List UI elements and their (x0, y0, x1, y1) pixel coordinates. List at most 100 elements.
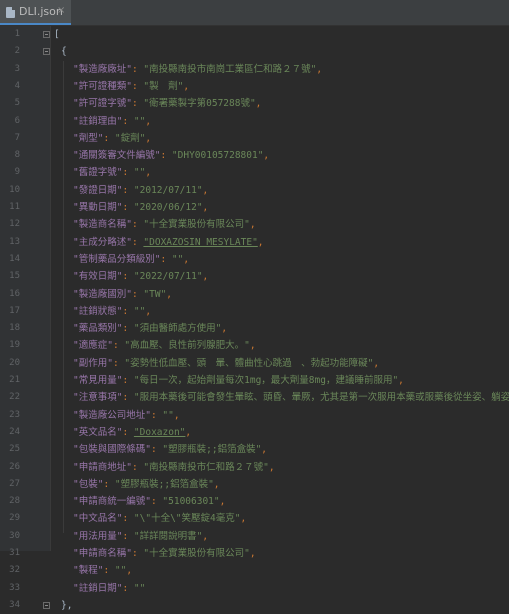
json-value: "塑膠瓶裝;;鋁箔盒裝" (162, 444, 262, 456)
code-line: "製造廠國別": "TW", (73, 286, 172, 303)
code-line: "中文品名": "\"十全\"笑壓錠4毫克", (73, 510, 246, 527)
json-bracket: }, (61, 599, 73, 611)
code-line: { (61, 43, 67, 60)
code-editor[interactable]: 1 2 3 4 5 6 7 8 9 10 11 12 13 14 15 16 17 18 19 20 21 22 23 24 2… (0, 26, 509, 611)
json-value: "\"十全\"笑壓錠4毫克" (133, 513, 241, 525)
json-comma: , (316, 63, 323, 75)
json-colon: : (122, 392, 134, 404)
json-comma: , (240, 513, 247, 525)
json-comma: , (145, 115, 152, 127)
line-number: 4 (14, 80, 20, 91)
code-line: "製程": "", (73, 562, 132, 579)
line-number: 33 (9, 582, 20, 593)
code-line: "製造廠公司地址": "", (73, 407, 180, 424)
line-number: 14 (9, 253, 20, 264)
json-key: "異動日期" (73, 202, 123, 213)
json-key: "發證日期" (73, 184, 123, 196)
line-number-gutter: 1 2 3 4 5 6 7 8 9 10 11 12 13 14 15 16 17 18 19 20 21 22 23 24 2… (0, 26, 51, 610)
json-key: "製造廠公司地址" (73, 409, 151, 421)
line-number: 25 (9, 444, 20, 455)
line-number: 20 (9, 357, 20, 368)
json-colon: : (122, 582, 134, 594)
line-number: 24 (9, 426, 20, 437)
code-line: "英文品名": "Doxazon", (73, 424, 191, 441)
json-key: "許可證字號" (73, 98, 132, 110)
code-line: "舊證字號": "", (73, 164, 151, 181)
line-number: 18 (9, 323, 20, 334)
json-comma: , (126, 565, 133, 577)
json-colon: : (122, 530, 134, 542)
json-comma: , (257, 236, 264, 248)
json-value: "" (133, 582, 146, 594)
code-line: "通關簽審文件編號": "DHY00105728801", (73, 147, 269, 164)
code-line: "許可證種類": "製 劑", (73, 78, 189, 95)
json-key: "註銷日期" (73, 582, 123, 594)
line-number: 7 (14, 132, 20, 143)
json-key: "許可證種類" (73, 80, 132, 92)
code-line: "註銷日期": "" (73, 580, 145, 597)
code-line: "有效日期": "2022/07/11", (73, 268, 208, 285)
json-comma: , (185, 426, 192, 438)
json-value: "" (133, 115, 146, 127)
json-key: "用法用量" (73, 530, 123, 542)
line-number: 1 (14, 29, 20, 39)
json-comma: , (249, 340, 256, 352)
json-comma: , (202, 530, 209, 542)
json-colon: : (150, 444, 163, 456)
json-comma: , (213, 478, 220, 490)
json-value: "DOXAZOSIN MESYLATE" (143, 236, 258, 248)
json-key: "副作用" (73, 357, 113, 369)
json-bracket: [ (54, 29, 60, 40)
json-key: "藥品類別" (73, 323, 123, 335)
json-key: "註銷理由" (73, 115, 123, 127)
json-colon: : (131, 63, 144, 75)
tab-dli-json[interactable]: DLI.json × (0, 0, 71, 25)
json-key: "製造廠國別" (73, 288, 132, 300)
line-number: 21 (9, 375, 20, 385)
fold-toggle-icon[interactable] (43, 48, 50, 56)
json-key: "劑型" (73, 132, 104, 144)
json-value: "南投縣南投市仁和路２７號" (143, 461, 269, 473)
json-comma: , (268, 461, 275, 473)
json-colon: : (112, 340, 125, 352)
code-line: "註銷狀態": "", (73, 303, 151, 320)
code-line: "發證日期": "2012/07/11", (73, 182, 208, 199)
json-colon: : (160, 150, 172, 162)
json-value: "" (171, 253, 184, 265)
json-key: "申請商統一編號" (73, 496, 151, 508)
json-key: "包裝" (73, 478, 104, 490)
json-colon: : (150, 496, 163, 508)
code-line: "適應症": "高血壓、良性前列腺肥大。", (73, 337, 256, 354)
json-colon: : (122, 184, 134, 196)
line-number: 8 (14, 150, 20, 161)
json-value: "須由醫師處方使用" (133, 323, 222, 335)
code-line: "主成分略述": "DOXAZOSIN MESYLATE", (73, 234, 264, 251)
code-line: "異動日期": "2020/06/12", (73, 199, 208, 216)
json-colon: : (122, 115, 134, 127)
line-number: 28 (9, 496, 20, 507)
fold-toggle-icon[interactable] (43, 601, 50, 609)
json-value: "服用本藥後可能會發生暈眩、頭昏、暈厥，尤其是第一次服用本藥或服藥後從坐姿、躺姿… (133, 392, 509, 404)
json-value: "南投縣南投市南崗工業區仁和路２７號" (143, 63, 317, 75)
code-line: "製造廠廠址": "南投縣南投市南崗工業區仁和路２７號", (73, 61, 322, 78)
line-number: 30 (9, 530, 20, 541)
json-colon: : (103, 565, 115, 577)
json-colon: : (122, 167, 134, 179)
code-line: "常見用量": "每日一次，起始劑量每次1mg，最大劑量8mg，建議睡前服用", (73, 372, 404, 389)
code-line: "申請商名稱": "十全實業股份有限公司", (73, 545, 256, 562)
fold-toggle-icon[interactable] (43, 31, 50, 38)
json-colon: : (131, 98, 144, 110)
json-comma: , (249, 219, 256, 231)
json-key: "註銷狀態" (73, 305, 123, 317)
json-comma: , (373, 357, 380, 369)
json-colon: : (112, 357, 125, 369)
json-bracket: { (61, 46, 67, 58)
json-comma: , (202, 271, 209, 283)
json-value: "2012/07/11" (133, 184, 203, 196)
json-comma: , (183, 253, 190, 265)
json-value: "錠劑" (114, 132, 146, 144)
close-icon[interactable]: × (57, 5, 65, 16)
code-line: "用法用量": "詳詳閱說明書", (73, 528, 208, 545)
json-value: "製 劑" (143, 80, 184, 92)
json-value: "塑膠瓶裝;;鋁箔盒裝" (114, 478, 214, 490)
